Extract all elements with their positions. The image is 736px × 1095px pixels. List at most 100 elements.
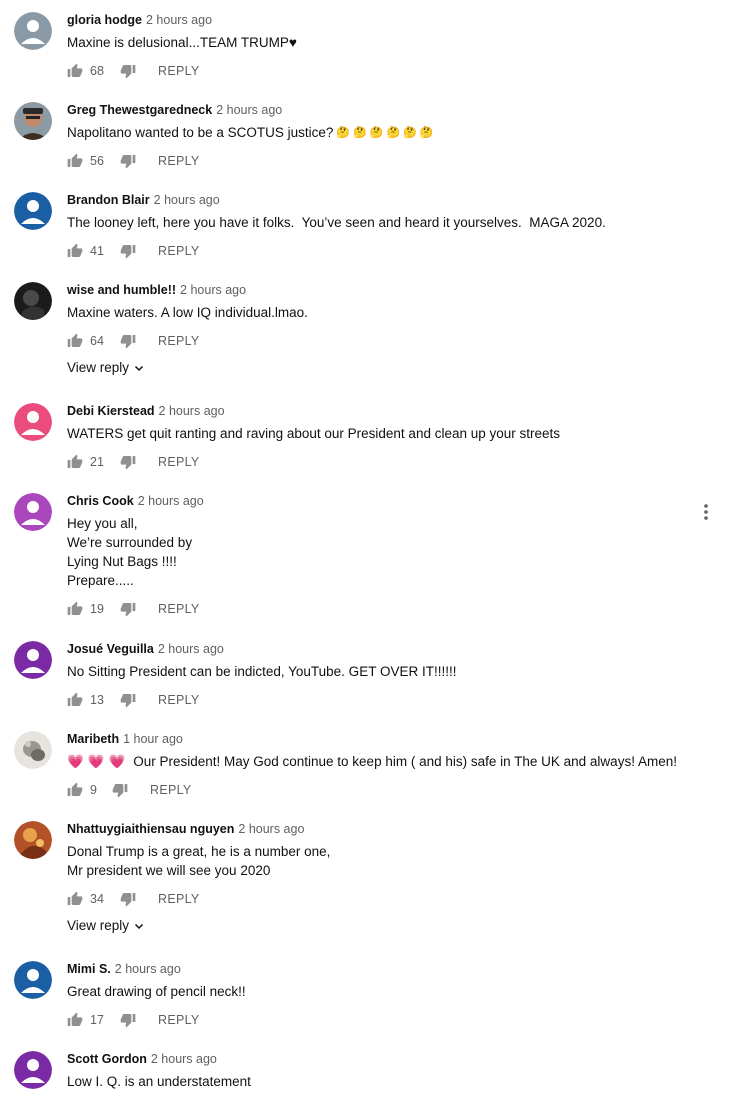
- heart-emoji: 💗: [108, 754, 126, 769]
- avatar[interactable]: [14, 1051, 52, 1089]
- timestamp[interactable]: 2 hours ago: [180, 283, 246, 297]
- timestamp[interactable]: 2 hours ago: [238, 822, 304, 836]
- view-reply-button[interactable]: View reply: [67, 918, 145, 933]
- comment-header: Greg Thewestgaredneck 2 hours ago: [67, 102, 282, 118]
- thumbs-up-icon[interactable]: [67, 153, 83, 169]
- author-name[interactable]: Josué Veguilla: [67, 642, 154, 656]
- thinking-face-emoji: 🤔: [369, 127, 384, 139]
- avatar[interactable]: [14, 731, 52, 769]
- comment-text: WATERS get quit ranting and raving about…: [67, 424, 560, 443]
- comment-header: Debi Kierstead 2 hours ago: [67, 403, 225, 419]
- comment-header: Chris Cook 2 hours ago: [67, 493, 204, 509]
- thumbs-down-icon[interactable]: [120, 243, 136, 259]
- thumbs-up-icon[interactable]: [67, 63, 83, 79]
- avatar[interactable]: [14, 403, 52, 441]
- thinking-face-emoji: 🤔: [386, 127, 401, 139]
- comment-line-text: Napolitano wanted to be a SCOTUS justice…: [67, 125, 334, 140]
- author-name[interactable]: Brandon Blair: [67, 193, 150, 207]
- reply-button[interactable]: REPLY: [158, 455, 200, 469]
- comment-header: Brandon Blair 2 hours ago: [67, 192, 220, 208]
- avatar[interactable]: [14, 493, 52, 531]
- thinking-face-emoji: 🤔: [419, 127, 434, 139]
- author-name[interactable]: gloria hodge: [67, 13, 142, 27]
- author-name[interactable]: Maribeth: [67, 732, 119, 746]
- author-name[interactable]: Chris Cook: [67, 494, 134, 508]
- thumbs-down-icon[interactable]: [120, 454, 136, 470]
- thumbs-down-icon[interactable]: [120, 891, 136, 907]
- comment-text: The looney left, here you have it folks.…: [67, 213, 606, 232]
- comment-header: Nhattuygiaithiensau nguyen 2 hours ago: [67, 821, 304, 837]
- timestamp[interactable]: 2 hours ago: [151, 1052, 217, 1066]
- comment-line: Maxine waters. A low IQ individual.lmao.: [67, 305, 308, 320]
- thumbs-up-icon[interactable]: [67, 601, 83, 617]
- timestamp[interactable]: 2 hours ago: [146, 13, 212, 27]
- thumbs-up-icon[interactable]: [67, 782, 83, 798]
- comment-header: Maribeth 1 hour ago: [67, 731, 183, 747]
- reply-button[interactable]: REPLY: [158, 334, 200, 348]
- thumbs-up-icon[interactable]: [67, 243, 83, 259]
- avatar[interactable]: [14, 102, 52, 140]
- reply-button[interactable]: REPLY: [158, 602, 200, 616]
- view-reply-label: View reply: [67, 918, 130, 933]
- avatar[interactable]: [14, 961, 52, 999]
- thumbs-up-icon[interactable]: [67, 454, 83, 470]
- avatar[interactable]: [14, 192, 52, 230]
- avatar[interactable]: [14, 641, 52, 679]
- author-name[interactable]: Scott Gordon: [67, 1052, 147, 1066]
- comment-header: wise and humble!! 2 hours ago: [67, 282, 246, 298]
- comment-text: Maxine is delusional...TEAM TRUMP♥: [67, 33, 297, 52]
- comment-line-text: Our President! May God continue to keep …: [129, 754, 677, 769]
- kebab-menu-icon[interactable]: [700, 503, 712, 521]
- thumbs-down-icon[interactable]: [120, 601, 136, 617]
- like-count: 64: [90, 334, 104, 348]
- thumbs-down-icon[interactable]: [120, 333, 136, 349]
- thumbs-down-icon[interactable]: [112, 782, 128, 798]
- comment-line: Low I. Q. is an understatement: [67, 1074, 251, 1089]
- thumbs-down-icon[interactable]: [120, 692, 136, 708]
- like-count: 19: [90, 602, 104, 616]
- thumbs-down-icon[interactable]: [120, 153, 136, 169]
- timestamp[interactable]: 2 hours ago: [216, 103, 282, 117]
- author-name[interactable]: wise and humble!!: [67, 283, 176, 297]
- author-name[interactable]: Nhattuygiaithiensau nguyen: [67, 822, 234, 836]
- view-reply-button[interactable]: View reply: [67, 360, 145, 375]
- thumbs-up-icon[interactable]: [67, 1012, 83, 1028]
- comment-header: Scott Gordon 2 hours ago: [67, 1051, 217, 1067]
- reply-button[interactable]: REPLY: [158, 244, 200, 258]
- comment-header: gloria hodge 2 hours ago: [67, 12, 212, 28]
- reply-button[interactable]: REPLY: [150, 783, 192, 797]
- like-count: 68: [90, 64, 104, 78]
- timestamp[interactable]: 2 hours ago: [158, 642, 224, 656]
- thumbs-up-icon[interactable]: [67, 891, 83, 907]
- reply-button[interactable]: REPLY: [158, 693, 200, 707]
- thumbs-down-icon[interactable]: [120, 63, 136, 79]
- comment-header: Mimi S. 2 hours ago: [67, 961, 181, 977]
- reply-button[interactable]: REPLY: [158, 892, 200, 906]
- timestamp[interactable]: 2 hours ago: [154, 193, 220, 207]
- heart-emoji: 💗: [67, 754, 84, 769]
- like-count: 13: [90, 693, 104, 707]
- author-name[interactable]: Mimi S.: [67, 962, 111, 976]
- reply-button[interactable]: REPLY: [158, 154, 200, 168]
- reply-button[interactable]: REPLY: [158, 64, 200, 78]
- comment-header: Josué Veguilla 2 hours ago: [67, 641, 224, 657]
- timestamp[interactable]: 2 hours ago: [115, 962, 181, 976]
- like-count: 9: [90, 783, 97, 797]
- thumbs-up-icon[interactable]: [67, 692, 83, 708]
- timestamp[interactable]: 2 hours ago: [138, 494, 204, 508]
- avatar[interactable]: [14, 821, 52, 859]
- comment-text: 💗 💗 💗 Our President! May God continue to k…: [67, 752, 677, 771]
- timestamp[interactable]: 2 hours ago: [159, 404, 225, 418]
- author-name[interactable]: Debi Kierstead: [67, 404, 155, 418]
- like-count: 34: [90, 892, 104, 906]
- avatar[interactable]: [14, 12, 52, 50]
- avatar[interactable]: [14, 282, 52, 320]
- thumbs-down-icon[interactable]: [120, 1012, 136, 1028]
- timestamp[interactable]: 1 hour ago: [123, 732, 183, 746]
- comment-text: Low I. Q. is an understatement: [67, 1072, 251, 1091]
- thumbs-up-icon[interactable]: [67, 333, 83, 349]
- reply-button[interactable]: REPLY: [158, 1013, 200, 1027]
- view-reply-label: View reply: [67, 360, 130, 375]
- comment-text: Great drawing of pencil neck!!: [67, 982, 246, 1001]
- author-name[interactable]: Greg Thewestgaredneck: [67, 103, 212, 117]
